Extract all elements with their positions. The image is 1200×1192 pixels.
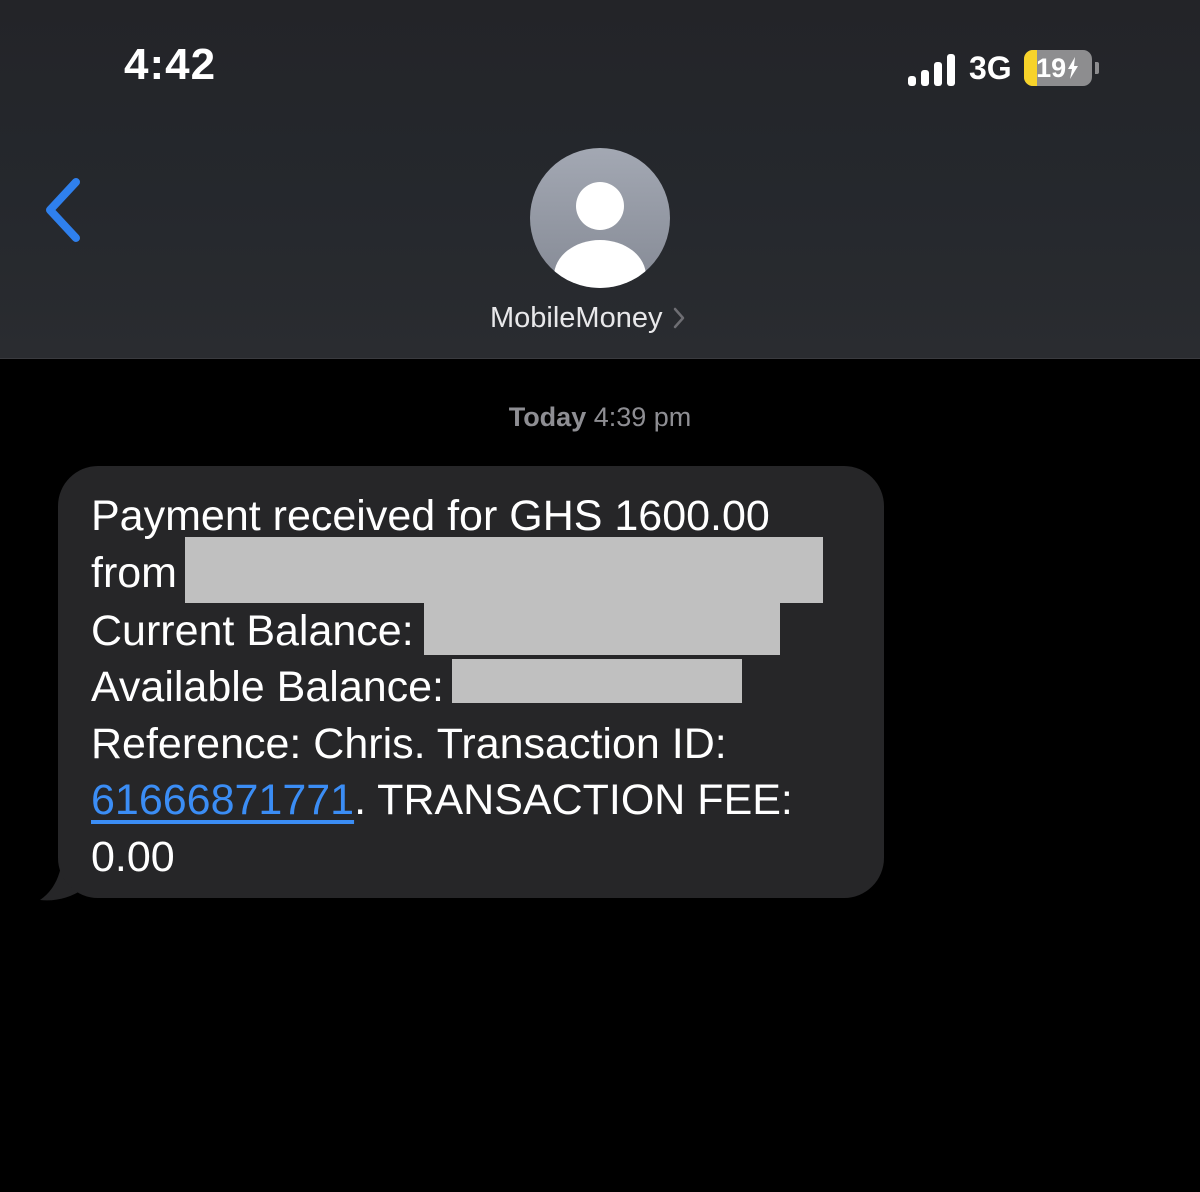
message-timestamp: Today 4:39 pm	[0, 402, 1200, 433]
contact-info-button[interactable]: MobileMoney	[490, 298, 686, 338]
transaction-id-link[interactable]: 61666871771	[91, 776, 354, 824]
conversation-header: 4:42 3G 19 MobileMoney	[0, 0, 1200, 359]
cellular-signal-icon	[908, 50, 955, 86]
timestamp-day: Today	[508, 402, 587, 432]
message-text[interactable]: Payment received for GHS 1600.00 from Cu…	[91, 488, 871, 885]
status-indicators: 3G 19	[908, 46, 1099, 90]
person-placeholder-icon	[554, 182, 646, 288]
charging-bolt-icon	[1068, 57, 1079, 79]
message-line-3: Current Balance:	[91, 602, 871, 660]
chevron-right-icon	[674, 307, 685, 329]
redacted-current-balance	[423, 602, 780, 655]
battery-icon: 19	[1023, 50, 1092, 86]
redacted-sender	[185, 536, 823, 603]
message-line-7: 0.00	[91, 832, 175, 881]
contact-avatar[interactable]	[530, 148, 670, 288]
back-button[interactable]	[42, 176, 86, 244]
battery-level: 19	[1036, 52, 1067, 83]
message-line-2: from	[91, 536, 871, 603]
status-time: 4:42	[124, 40, 217, 89]
contact-name: MobileMoney	[490, 301, 663, 334]
redacted-available-balance	[452, 659, 743, 703]
chevron-left-icon	[46, 178, 80, 242]
message-line-5: Reference: Chris. Transaction ID:	[91, 719, 727, 768]
message-line-4: Available Balance:	[91, 659, 871, 716]
network-type: 3G	[969, 49, 1012, 86]
message-line-6: 61666871771. TRANSACTION FEE:	[91, 776, 793, 824]
timestamp-time: 4:39 pm	[593, 402, 692, 432]
